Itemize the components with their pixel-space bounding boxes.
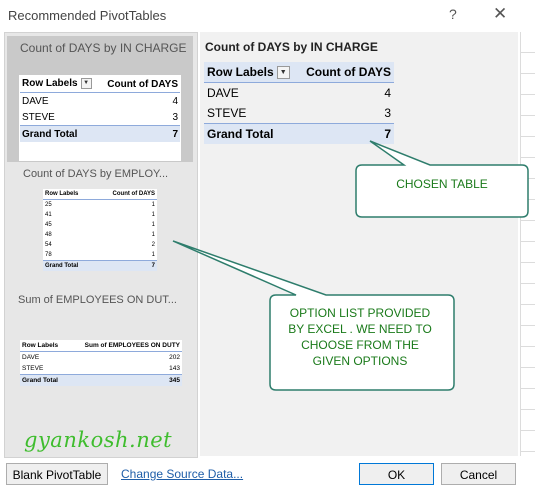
cancel-button[interactable]: Cancel: [441, 463, 516, 485]
blank-pivottable-button[interactable]: Blank PivotTable: [6, 463, 108, 485]
ok-button[interactable]: OK: [359, 463, 434, 485]
callout-line: CHOOSE FROM THE: [301, 338, 419, 352]
callout-line: BY EXCEL . WE NEED TO: [288, 322, 432, 336]
annotation-callouts: [172, 140, 529, 391]
change-source-data-link[interactable]: Change Source Data...: [121, 467, 243, 481]
callout-line: OPTION LIST PROVIDED: [289, 306, 431, 320]
callout-options-text: OPTION LIST PROVIDED BY EXCEL . WE NEED …: [270, 305, 450, 369]
callout-line: GIVEN OPTIONS: [312, 354, 408, 368]
callout-chosen-text: CHOSEN TABLE: [396, 177, 488, 191]
